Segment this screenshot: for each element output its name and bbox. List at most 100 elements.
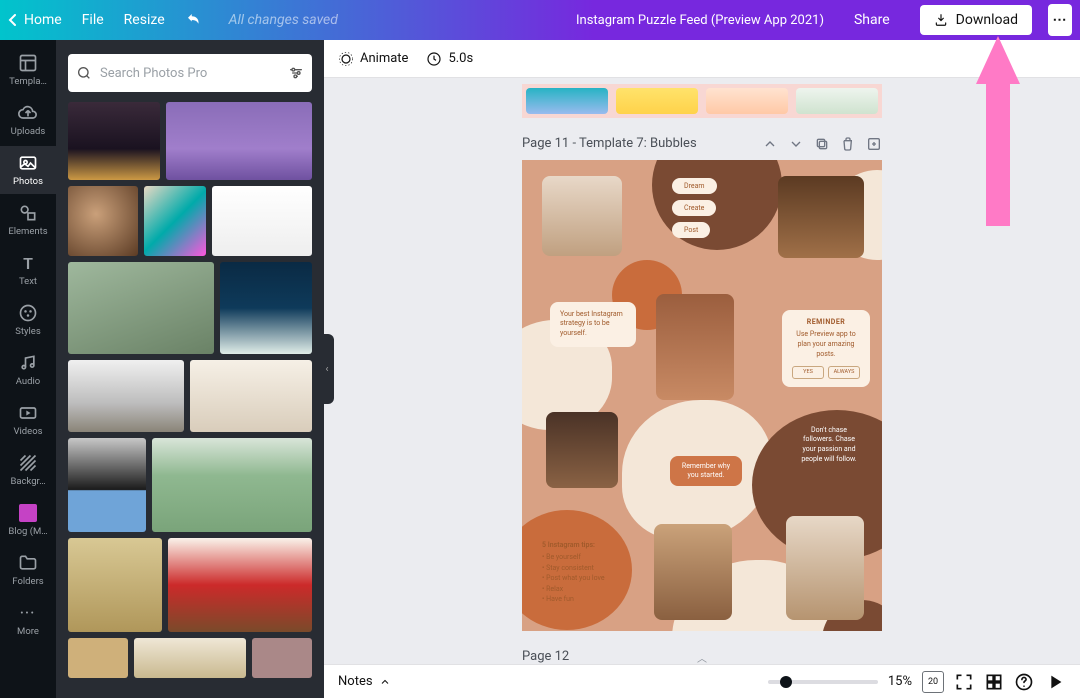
canvas-text[interactable]: 5 Instagram tips: • Be yourself • Stay c… (542, 540, 652, 605)
animate-label: Animate (360, 51, 408, 66)
canvas-image[interactable] (654, 524, 732, 620)
uploads-icon (18, 103, 38, 123)
photo-thumb[interactable] (68, 102, 160, 180)
styles-icon (18, 303, 38, 323)
left-rail: Templa… Uploads Photos Elements T Text S… (0, 40, 56, 698)
photo-thumb[interactable] (152, 438, 312, 532)
notes-label: Notes (338, 674, 373, 689)
add-page-icon[interactable] (866, 136, 882, 152)
photo-thumb[interactable] (166, 102, 312, 180)
rail-label: Videos (13, 426, 42, 437)
zoom-slider[interactable] (768, 680, 878, 684)
photo-thumb[interactable] (168, 538, 312, 632)
canvas-text[interactable]: Don't chase followers. Chase your passio… (786, 426, 872, 465)
download-button[interactable]: Download (920, 5, 1032, 35)
canvas-pill[interactable]: Post (672, 222, 710, 238)
photo-thumb[interactable] (134, 638, 246, 678)
canvas-card[interactable]: REMINDER Use Preview app to plan your am… (782, 310, 870, 388)
rail-label: Blog (M… (8, 526, 47, 537)
videos-icon (18, 403, 38, 423)
rail-uploads[interactable]: Uploads (0, 96, 56, 144)
search-bar[interactable] (68, 54, 312, 92)
zoom-value[interactable]: 15% (888, 674, 912, 689)
delete-page-icon[interactable] (840, 136, 856, 152)
rail-label: More (17, 626, 39, 637)
download-icon (934, 13, 948, 27)
rail-audio[interactable]: Audio (0, 346, 56, 394)
canvas-card[interactable]: Remember why you started. (670, 456, 742, 486)
rail-label: Photos (13, 176, 43, 187)
canvas-text: Use Preview app to plan your amazing pos… (792, 330, 860, 359)
chevron-left-icon (8, 14, 18, 26)
canvas-pill[interactable]: Create (672, 200, 716, 216)
undo-icon[interactable] (185, 11, 203, 29)
design-page[interactable]: Dream Create Post Your best Instagram st… (522, 160, 882, 631)
audio-icon (18, 353, 38, 373)
rail-folders[interactable]: Folders (0, 546, 56, 594)
photo-thumb[interactable] (190, 360, 312, 432)
duration-button[interactable]: 5.0s (426, 51, 473, 67)
rail-text[interactable]: T Text (0, 246, 56, 294)
fullscreen-icon[interactable] (954, 672, 974, 692)
canvas-button[interactable]: YES (792, 366, 824, 380)
photo-thumb[interactable] (220, 262, 312, 354)
rail-label: Folders (12, 576, 43, 587)
canvas-image[interactable] (786, 516, 864, 620)
photo-thumb[interactable] (144, 186, 206, 256)
chevron-up-icon[interactable]: ︿ (688, 652, 716, 662)
canvas-card[interactable]: Your best Instagram strategy is to be yo… (550, 302, 636, 347)
templates-icon (18, 53, 38, 73)
present-icon[interactable] (1044, 671, 1066, 693)
canvas-image[interactable] (546, 412, 618, 488)
page-preview-strip[interactable] (522, 84, 882, 118)
chevron-down-icon[interactable] (788, 136, 804, 152)
duplicate-page-icon[interactable] (814, 136, 830, 152)
rail-label: Templa… (9, 76, 47, 87)
rail-background[interactable]: Backgr… (0, 446, 56, 494)
share-button[interactable]: Share (840, 6, 904, 34)
rail-label: Backgr… (10, 476, 45, 487)
animate-icon (338, 51, 354, 67)
home-button[interactable]: Home (8, 12, 62, 28)
elements-icon (18, 203, 38, 223)
chevron-up-icon[interactable] (762, 136, 778, 152)
photo-thumb[interactable] (68, 538, 162, 632)
canvas-button[interactable]: ALWAYS (828, 366, 860, 380)
canvas-scroll[interactable]: Page 11 - Template 7: Bubbles (324, 78, 1080, 664)
canvas-image[interactable] (542, 176, 622, 256)
download-label: Download (956, 12, 1018, 28)
photo-thumb[interactable] (68, 262, 214, 354)
canvas-toolbar: Animate 5.0s (324, 40, 1080, 78)
document-title[interactable]: Instagram Puzzle Feed (Preview App 2021) (576, 13, 824, 28)
rail-blog[interactable]: Blog (M… (0, 496, 56, 544)
photo-thumb[interactable] (68, 360, 184, 432)
page-header: Page 11 - Template 7: Bubbles (522, 136, 882, 152)
photo-thumb[interactable] (68, 186, 138, 256)
search-icon (76, 65, 92, 81)
resize-menu[interactable]: Resize (124, 12, 165, 28)
photo-thumb[interactable] (68, 438, 146, 532)
notes-button[interactable]: Notes (338, 674, 391, 689)
photo-thumb[interactable] (68, 638, 128, 678)
page-count-badge[interactable]: 20 (922, 671, 944, 693)
rail-videos[interactable]: Videos (0, 396, 56, 444)
rail-templates[interactable]: Templa… (0, 46, 56, 94)
photo-thumb[interactable] (252, 638, 312, 678)
grid-view-icon[interactable] (984, 672, 1004, 692)
canvas-image[interactable] (656, 294, 734, 400)
more-button[interactable]: ⋯ (1048, 4, 1072, 36)
rail-label: Audio (16, 376, 40, 387)
rail-more[interactable]: ••• More (0, 596, 56, 644)
help-icon[interactable] (1014, 672, 1034, 692)
search-input[interactable] (100, 66, 280, 81)
file-menu[interactable]: File (82, 12, 104, 28)
rail-styles[interactable]: Styles (0, 296, 56, 344)
photo-thumb[interactable] (212, 186, 312, 256)
animate-button[interactable]: Animate (338, 51, 408, 67)
canvas-image[interactable] (778, 176, 864, 258)
filter-icon[interactable] (288, 65, 304, 81)
home-label: Home (24, 12, 62, 28)
rail-elements[interactable]: Elements (0, 196, 56, 244)
rail-photos[interactable]: Photos (0, 146, 56, 194)
canvas-pill[interactable]: Dream (672, 178, 717, 194)
